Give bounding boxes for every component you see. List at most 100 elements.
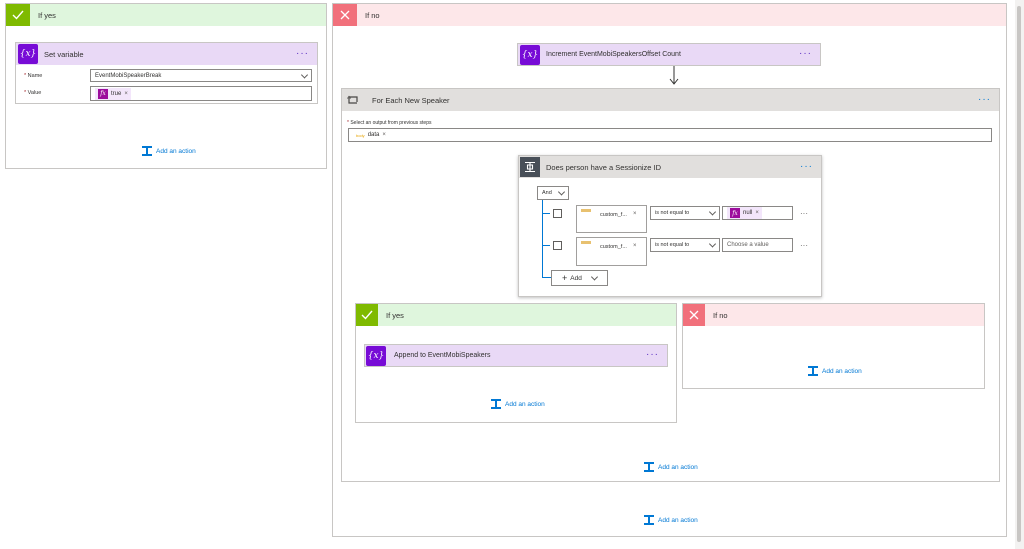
set-variable-header[interactable]: {x} Set variable ··· [16, 43, 317, 65]
remove-token-icon[interactable]: × [124, 91, 128, 97]
left-operand-token[interactable]: custom_f... [600, 212, 627, 218]
more-options-icon[interactable]: ··· [800, 162, 813, 172]
inner-if-no-branch: If no Add an action [682, 303, 985, 389]
right-if-no-title: If no [365, 10, 380, 20]
token-source-icon [581, 241, 591, 244]
row-more-icon[interactable]: ··· [800, 241, 808, 250]
select-output-label: * Select an output from previous steps [347, 120, 432, 126]
checkmark-icon [356, 304, 378, 326]
remove-token-icon[interactable]: × [382, 132, 386, 138]
tree-branch [542, 245, 550, 246]
inner-if-no-header[interactable]: If no [683, 304, 984, 326]
add-action-label: Add an action [658, 516, 698, 524]
set-variable-card: {x} Set variable ··· * Name EventMobiSpe… [15, 42, 318, 104]
condition-title: Does person have a Sessionize ID [546, 162, 662, 172]
tree-branch [542, 213, 550, 214]
scrollbar-thumb[interactable] [1017, 6, 1021, 542]
inner-if-yes-title: If yes [386, 310, 404, 320]
right-if-no-branch: If no {x} Increment EventMobiSpeakersOff… [332, 3, 1007, 537]
remove-token-icon[interactable]: × [755, 210, 759, 216]
set-variable-title: Set variable [44, 49, 84, 59]
add-condition-dropdown[interactable]: + Add [551, 270, 608, 286]
and-dropdown[interactable]: And [537, 186, 569, 200]
flow-arrow-icon [669, 66, 679, 88]
operator-dropdown[interactable]: is not equal to [650, 238, 720, 252]
add-action-label: Add an action [822, 367, 862, 375]
add-action-label: Add an action [156, 147, 196, 155]
data-token-text: data [367, 132, 380, 138]
add-action-label: Add an action [505, 400, 545, 408]
more-options-icon[interactable]: ··· [799, 49, 812, 59]
inner-yes-add-action-button[interactable]: Add an action [491, 399, 545, 409]
and-label: And [542, 190, 552, 196]
more-options-icon[interactable]: ··· [646, 350, 659, 360]
close-icon [683, 304, 705, 326]
chevron-down-icon [708, 240, 717, 248]
append-card[interactable]: {x} Append to EventMobiSpeakers ··· [364, 344, 668, 367]
chevron-down-icon [708, 208, 717, 216]
add-action-icon [644, 462, 654, 472]
value-label: * Value [24, 90, 42, 96]
right-operand-input[interactable]: fx null × [722, 206, 793, 220]
value-token-text: true [111, 90, 122, 97]
name-value: EventMobiSpeakerBreak [95, 72, 162, 79]
loop-icon [342, 89, 364, 111]
more-options-icon[interactable]: ··· [296, 49, 309, 59]
name-label: * Name [24, 73, 43, 79]
vertical-scrollbar[interactable] [1015, 0, 1024, 549]
null-token[interactable]: fx null × [727, 207, 762, 219]
left-if-yes-header[interactable]: If yes [6, 4, 326, 26]
increment-title: Increment EventMobiSpeakersOffset Count [546, 51, 681, 58]
increment-card[interactable]: {x} Increment EventMobiSpeakersOffset Co… [517, 43, 821, 66]
variable-icon: {x} [18, 44, 38, 64]
value-token[interactable]: fx true × [95, 87, 131, 100]
left-if-yes-title: If yes [38, 10, 56, 20]
right-if-no-header[interactable]: If no [333, 4, 1006, 26]
token-source-icon [581, 209, 591, 212]
variable-icon: {x} [366, 346, 386, 366]
left-operand-token[interactable]: custom_f... [600, 244, 627, 250]
fx-icon: fx [98, 88, 108, 99]
add-action-icon [142, 146, 152, 156]
row-checkbox[interactable] [553, 241, 562, 250]
right-operand-input[interactable]: Choose a value [722, 238, 793, 252]
condition-icon [520, 157, 540, 177]
operator-value: is not equal to [655, 210, 690, 216]
condition-header[interactable]: Does person have a Sessionize ID ··· [519, 156, 821, 178]
inner-no-add-action-button[interactable]: Add an action [808, 366, 862, 376]
left-add-action-button[interactable]: Add an action [142, 146, 196, 156]
add-action-icon [491, 399, 501, 409]
data-token[interactable]: body data × [353, 131, 389, 139]
add-action-icon [644, 515, 654, 525]
token-source-icon: body [356, 132, 365, 138]
select-output-input[interactable]: body data × [348, 128, 992, 142]
foreach-title: For Each New Speaker [372, 95, 450, 105]
foreach-add-action-button[interactable]: Add an action [644, 462, 698, 472]
chevron-down-icon [590, 273, 599, 281]
row-checkbox[interactable] [553, 209, 562, 218]
foreach-header[interactable]: For Each New Speaker ··· [342, 89, 999, 111]
chevron-down-icon [300, 70, 309, 79]
add-action-icon [808, 366, 818, 376]
left-operand-box[interactable]: custom_f... × [576, 205, 647, 233]
operator-dropdown[interactable]: is not equal to [650, 206, 720, 220]
inner-if-yes-header[interactable]: If yes [356, 304, 676, 326]
close-icon [333, 4, 357, 26]
left-operand-box[interactable]: custom_f... × [576, 237, 647, 266]
condition-card: Does person have a Sessionize ID ··· And… [518, 155, 822, 297]
more-options-icon[interactable]: ··· [978, 95, 991, 105]
inner-if-yes-branch: If yes {x} Append to EventMobiSpeakers ·… [355, 303, 677, 423]
fx-icon: fx [730, 208, 740, 218]
remove-token-icon[interactable]: × [633, 243, 637, 249]
null-token-text: null [743, 210, 753, 216]
right-add-action-button[interactable]: Add an action [644, 515, 698, 525]
plus-icon: + [562, 273, 568, 283]
name-dropdown[interactable]: EventMobiSpeakerBreak [90, 69, 312, 82]
foreach-scope: For Each New Speaker ··· * Select an out… [341, 88, 1000, 482]
value-input[interactable]: fx true × [90, 86, 312, 101]
tree-line [542, 200, 543, 278]
operator-value: is not equal to [655, 242, 690, 248]
remove-token-icon[interactable]: × [633, 211, 637, 217]
row-more-icon[interactable]: ··· [800, 209, 808, 218]
checkmark-icon [6, 4, 30, 26]
